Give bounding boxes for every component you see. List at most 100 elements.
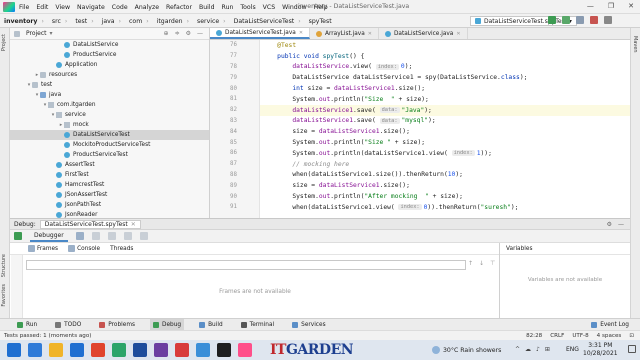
taskbar-app-icon[interactable]	[196, 343, 210, 357]
notification-icon[interactable]	[628, 345, 636, 353]
tree-node[interactable]: JSonAssertTest	[10, 190, 209, 200]
menu-edit[interactable]: Edit	[36, 4, 48, 11]
stop-icon[interactable]	[590, 16, 598, 24]
network-icon[interactable]: ⊞	[545, 346, 550, 353]
threads-subtab[interactable]: Threads	[110, 246, 133, 252]
structure-tool-label[interactable]: Structure	[1, 254, 7, 277]
menu-run[interactable]: Run	[222, 4, 234, 11]
frames-subtab[interactable]: Frames	[28, 245, 58, 252]
search-everywhere-icon[interactable]	[604, 16, 612, 24]
menu-tools[interactable]: Tools	[240, 4, 255, 11]
tree-node[interactable]: AssertTest	[10, 160, 209, 170]
hide-icon[interactable]: —	[618, 221, 624, 228]
frame-down-icon[interactable]: ↓	[479, 260, 484, 267]
line-separator[interactable]: CRLF	[550, 333, 564, 339]
breadcrumb-item[interactable]: itgarden	[157, 18, 183, 25]
taskbar-app-icon[interactable]	[154, 343, 168, 357]
tree-node[interactable]: ▾ java	[10, 90, 209, 100]
tool-todo-button[interactable]: TODO	[52, 319, 84, 330]
volume-icon[interactable]: ♪	[536, 346, 540, 353]
debugger-tab[interactable]: Debugger	[30, 231, 68, 242]
step-out-icon[interactable]	[123, 232, 132, 240]
close-icon[interactable]: ✕	[131, 221, 136, 228]
maven-tool-label[interactable]: Maven	[632, 36, 638, 53]
gear-icon[interactable]: ⚙	[186, 30, 191, 37]
gear-icon[interactable]: ⚙	[607, 221, 612, 228]
tree-node[interactable]: FirstTest	[10, 170, 209, 180]
close-icon[interactable]: ✕	[628, 2, 634, 10]
breadcrumb-item[interactable]: spyTest	[309, 18, 332, 25]
status-message[interactable]: Tests passed: 1 (moments ago)	[4, 333, 91, 339]
debug-config-tab[interactable]: DataListServiceTest.spyTest ✕	[39, 219, 141, 229]
editor-tab[interactable]: DataListServiceTest.java ✕	[210, 28, 311, 39]
locate-icon[interactable]: ⊕	[164, 30, 169, 37]
code-area[interactable]: @Test public void spyTest() { dataListSe…	[260, 40, 630, 218]
taskbar-app-icon[interactable]	[70, 343, 84, 357]
tree-node[interactable]: ▸ resources	[10, 70, 209, 80]
minimize-icon[interactable]: —	[587, 2, 594, 10]
breadcrumb-item[interactable]: com	[129, 18, 142, 25]
taskbar-app-icon[interactable]	[112, 343, 126, 357]
tool-run-button[interactable]: Run	[14, 319, 40, 330]
tree-node[interactable]: ProductServiceTest	[10, 150, 209, 160]
caret-position[interactable]: 82:28	[526, 333, 542, 339]
step-over-icon[interactable]	[91, 232, 100, 240]
tool-problems-button[interactable]: Problems	[96, 319, 138, 330]
debug-icon[interactable]	[562, 16, 570, 24]
close-icon[interactable]: ✕	[368, 31, 372, 37]
indent-setting[interactable]: 4 spaces	[597, 333, 622, 339]
breadcrumb-item[interactable]: DataListServiceTest	[234, 18, 295, 25]
menu-navigate[interactable]: Navigate	[77, 4, 105, 11]
taskbar-app-icon[interactable]	[133, 343, 147, 357]
language-indicator[interactable]: ENG	[566, 346, 579, 353]
tree-node[interactable]: Application	[10, 60, 209, 70]
menu-file[interactable]: File	[19, 4, 29, 11]
windows-start-icon[interactable]	[7, 343, 21, 357]
project-view-selector[interactable]: Project	[26, 30, 47, 37]
breadcrumb-item[interactable]: src	[52, 18, 61, 25]
project-tool-label[interactable]: Project	[1, 34, 7, 51]
close-icon[interactable]: ✕	[456, 31, 460, 37]
tool-services-button[interactable]: Services	[289, 319, 328, 330]
tool-terminal-button[interactable]: Terminal	[238, 319, 278, 330]
console-subtab[interactable]: Console	[68, 245, 100, 252]
breadcrumb-item[interactable]: inventory	[4, 18, 37, 25]
tree-node[interactable]: JsonPathTest	[10, 200, 209, 210]
tool-build-button[interactable]: Build	[196, 319, 226, 330]
breadcrumb-item[interactable]: service	[197, 18, 219, 25]
menu-build[interactable]: Build	[199, 4, 215, 11]
menu-analyze[interactable]: Analyze	[135, 4, 159, 11]
file-encoding[interactable]: UTF-8	[572, 333, 588, 339]
lock-icon[interactable]: ⊡	[629, 333, 634, 339]
step-into-icon[interactable]	[107, 232, 116, 240]
evaluate-icon[interactable]	[139, 232, 148, 240]
breadcrumb-item[interactable]: test	[75, 18, 87, 25]
editor-tab[interactable]: DataListService.java ✕	[379, 28, 468, 39]
menu-view[interactable]: View	[55, 4, 70, 11]
menu-refactor[interactable]: Refactor	[166, 4, 192, 11]
tree-node[interactable]: DataListService	[10, 40, 209, 50]
taskbar-app-icon[interactable]	[217, 343, 231, 357]
coverage-icon[interactable]	[576, 16, 584, 24]
menu-vcs[interactable]: VCS	[263, 4, 275, 11]
taskbar-app-icon[interactable]	[49, 343, 63, 357]
weather-widget[interactable]: 30°C Rain showers	[432, 346, 501, 354]
filter-icon[interactable]: ⊤	[490, 260, 495, 267]
menu-code[interactable]: Code	[112, 4, 128, 11]
clock[interactable]: 3:31 PM 10/28/2021	[583, 342, 618, 358]
tree-node[interactable]: DataListServiceTest	[10, 130, 209, 140]
tree-node[interactable]: ProductService	[10, 50, 209, 60]
cloud-icon[interactable]: ☁	[525, 346, 531, 353]
event-log-button[interactable]: Event Log	[588, 319, 632, 330]
taskbar-app-icon[interactable]	[238, 343, 252, 357]
chevron-down-icon[interactable]: ▾	[50, 30, 53, 37]
favorites-tool-label[interactable]: Favorites	[1, 284, 7, 307]
tree-node[interactable]: ▾ service	[10, 110, 209, 120]
tree-node[interactable]: ▾ test	[10, 80, 209, 90]
taskbar-app-icon[interactable]	[28, 343, 42, 357]
run-icon[interactable]	[548, 16, 556, 24]
collapse-all-icon[interactable]: ≑	[175, 30, 180, 37]
frame-up-icon[interactable]: ↑	[468, 260, 473, 267]
thread-selector[interactable]	[26, 260, 466, 270]
hide-icon[interactable]: —	[197, 30, 203, 37]
